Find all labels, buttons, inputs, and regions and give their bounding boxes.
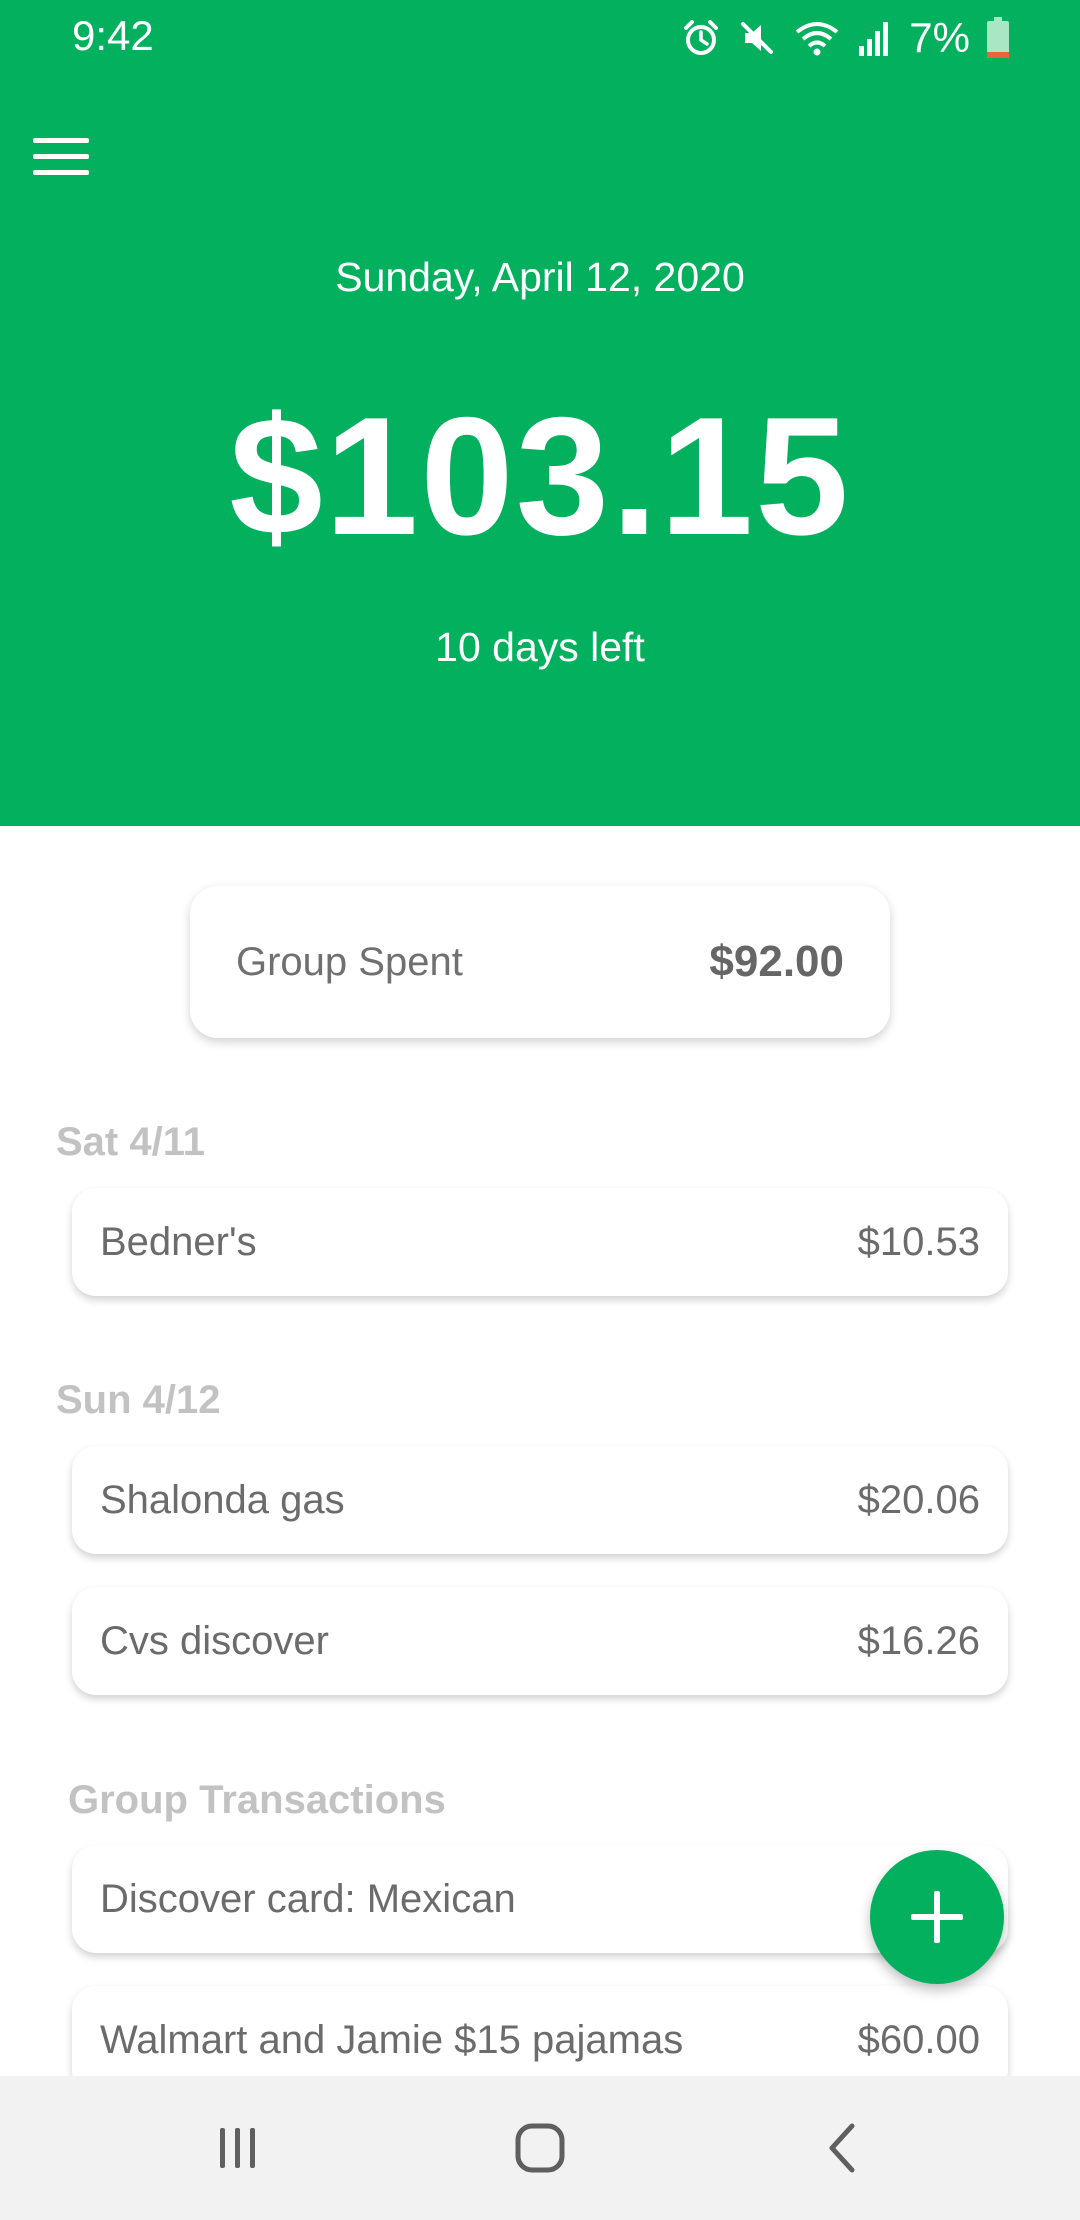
remaining-amount: $103.15: [229, 382, 851, 570]
transaction-amount: $16.26: [857, 1618, 980, 1663]
home-icon: [515, 2123, 565, 2173]
group-spent-label: Group Spent: [236, 939, 463, 984]
status-icons: 7%: [681, 10, 1010, 66]
transaction-name: Bedner's: [100, 1219, 257, 1264]
status-time: 9:42: [72, 12, 154, 59]
add-transaction-button[interactable]: [870, 1850, 1004, 1984]
back-button[interactable]: [782, 2076, 902, 2220]
mute-icon: [741, 22, 774, 54]
recent-apps-icon: [220, 2128, 255, 2168]
group-spent-card: Group Spent $92.00: [190, 886, 890, 1038]
signal-icon: [859, 22, 889, 56]
current-date: Sunday, April 12, 2020: [335, 254, 745, 300]
recent-apps-button[interactable]: [178, 2076, 298, 2220]
header: 9:42 7% Sunday, April 12, 2020 $103.15 1…: [0, 0, 1080, 826]
battery-percent: 7%: [909, 14, 970, 61]
transaction-amount: $60.00: [857, 2017, 980, 2062]
transaction-name: Discover card: Mexican: [100, 1876, 516, 1921]
app-screen: 9:42 7% Sunday, April 12, 2020 $103.15 1…: [0, 0, 1080, 2220]
back-icon: [829, 2123, 855, 2173]
section-title-sun: Sun 4/12: [56, 1378, 221, 1422]
battery-icon: [987, 17, 1009, 58]
section-title-group-transactions: Group Transactions: [68, 1778, 446, 1822]
group-spent-value: $92.00: [709, 937, 844, 986]
system-nav-bar: [0, 2076, 1080, 2220]
transaction-name: Cvs discover: [100, 1618, 329, 1663]
days-left: 10 days left: [435, 624, 645, 670]
status-bar: 9:42 7%: [0, 0, 1080, 76]
transaction-row[interactable]: Discover card: Mexican $: [72, 1845, 1008, 1953]
transaction-amount: $10.53: [857, 1219, 980, 1264]
wifi-icon: [796, 22, 839, 56]
section-title-sat: Sat 4/11: [56, 1120, 206, 1164]
transaction-name: Shalonda gas: [100, 1477, 345, 1522]
transaction-amount: $20.06: [857, 1477, 980, 1522]
home-button[interactable]: [480, 2076, 600, 2220]
alarm-icon: [684, 20, 719, 55]
transaction-row[interactable]: Cvs discover $16.26: [72, 1587, 1008, 1695]
transaction-row[interactable]: Shalonda gas $20.06: [72, 1446, 1008, 1554]
plus-icon: [911, 1891, 963, 1943]
transaction-row[interactable]: Bedner's $10.53: [72, 1188, 1008, 1296]
transaction-name: Walmart and Jamie $15 pajamas: [100, 2017, 684, 2062]
hamburger-menu-icon[interactable]: [30, 130, 92, 182]
